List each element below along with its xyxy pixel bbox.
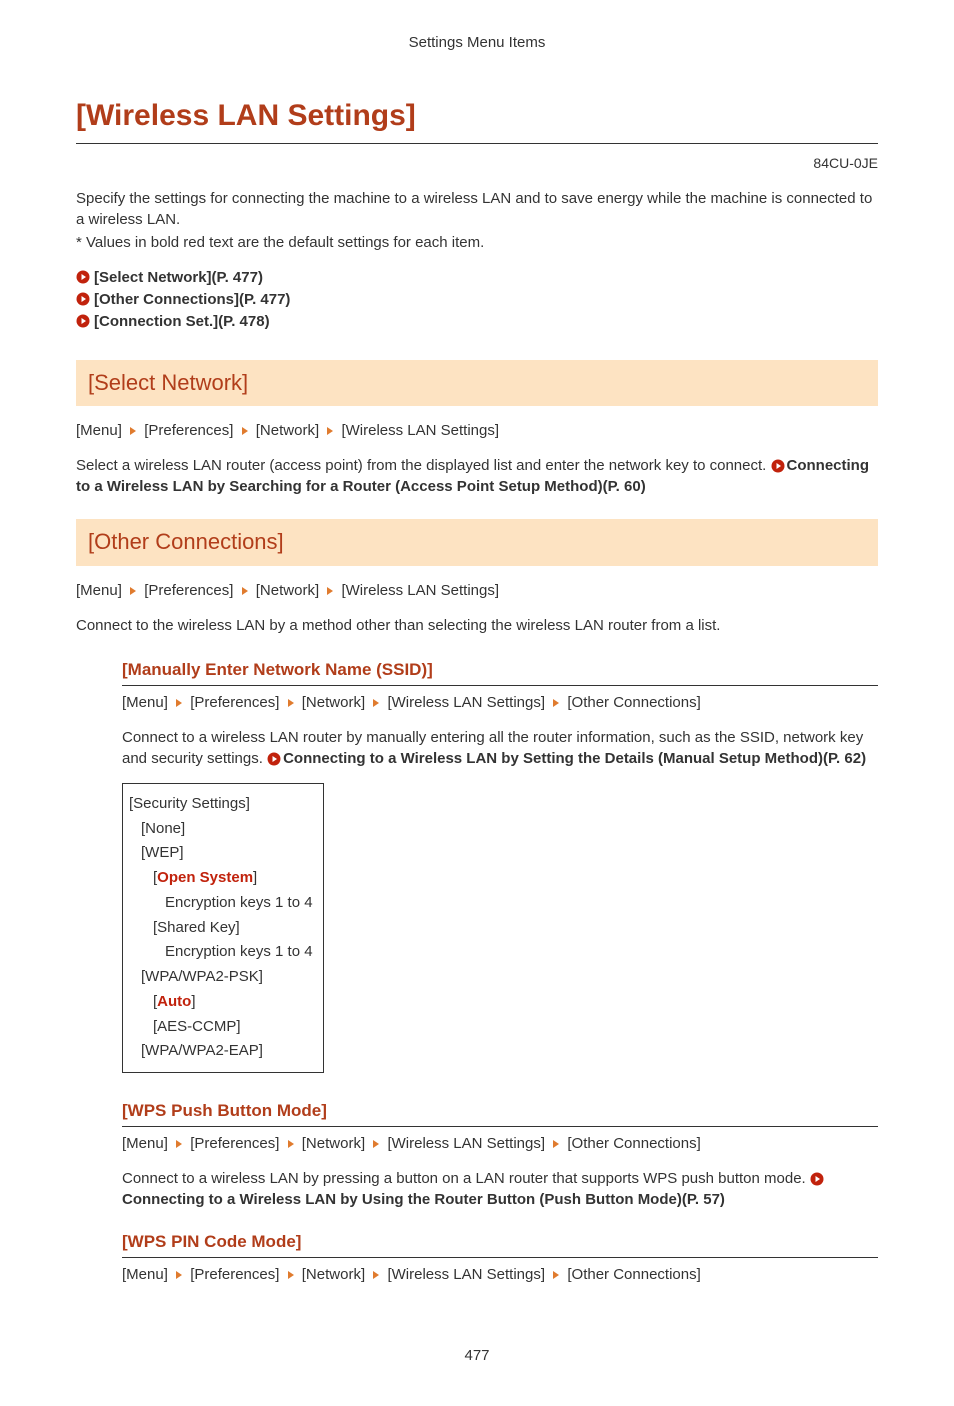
chevron-right-icon bbox=[286, 1270, 296, 1280]
breadcrumb: [Menu] [Preferences] [Network] [Wireless… bbox=[122, 1133, 878, 1154]
play-circle-icon bbox=[810, 1172, 824, 1186]
desc-text: Select a wireless LAN router (access poi… bbox=[76, 457, 771, 474]
toc-label: [Connection Set.](P. 478) bbox=[94, 311, 270, 332]
default-value: Open System bbox=[157, 869, 253, 886]
default-value: Auto bbox=[157, 993, 191, 1010]
toc-item-select-network[interactable]: [Select Network](P. 477) bbox=[76, 267, 878, 288]
document-code: 84CU-0JE bbox=[76, 154, 878, 174]
chevron-right-icon bbox=[325, 586, 335, 596]
bc-item: [Network] bbox=[302, 1135, 365, 1152]
breadcrumb: [Menu] [Preferences] [Network] [Wireless… bbox=[122, 1264, 878, 1285]
chevron-right-icon bbox=[286, 1139, 296, 1149]
chevron-right-icon bbox=[371, 1139, 381, 1149]
bc-item: [Preferences] bbox=[190, 1266, 279, 1283]
desc-text: Connect to a wireless LAN by pressing a … bbox=[122, 1170, 810, 1187]
setting-row: Encryption keys 1 to 4 bbox=[129, 891, 313, 916]
bc-item: [Preferences] bbox=[144, 582, 233, 599]
bc-item: [Wireless LAN Settings] bbox=[387, 1135, 545, 1152]
bc-item: [Other Connections] bbox=[567, 1135, 700, 1152]
chevron-right-icon bbox=[174, 1139, 184, 1149]
page-number: 477 bbox=[76, 1345, 878, 1366]
chevron-right-icon bbox=[551, 698, 561, 708]
subsection-manual-ssid: [Manually Enter Network Name (SSID)] [Me… bbox=[122, 658, 878, 1079]
bc-item: [Network] bbox=[256, 422, 319, 439]
chevron-right-icon bbox=[551, 1270, 561, 1280]
section-other-connections-title: [Other Connections] bbox=[76, 519, 878, 566]
chevron-right-icon bbox=[286, 698, 296, 708]
setting-row: [WPA/WPA2-PSK] bbox=[129, 965, 313, 990]
subsection-title: [WPS Push Button Mode] bbox=[122, 1099, 878, 1127]
toc-label: [Other Connections](P. 477) bbox=[94, 289, 290, 310]
bc-item: [Network] bbox=[302, 694, 365, 711]
bc-item: [Menu] bbox=[122, 1266, 168, 1283]
setting-row: [Shared Key] bbox=[129, 916, 313, 941]
subsection-title: [WPS PIN Code Mode] bbox=[122, 1230, 878, 1258]
breadcrumb: [Menu] [Preferences] [Network] [Wireless… bbox=[76, 580, 878, 601]
setting-row: [None] bbox=[129, 817, 313, 842]
bc-item: [Wireless LAN Settings] bbox=[387, 1266, 545, 1283]
section-description: Select a wireless LAN router (access poi… bbox=[76, 455, 878, 497]
security-settings-box: [Security Settings] [None] [WEP] [Open S… bbox=[122, 783, 324, 1073]
toc-item-other-connections[interactable]: [Other Connections](P. 477) bbox=[76, 289, 878, 310]
play-circle-icon bbox=[76, 314, 90, 328]
chevron-right-icon bbox=[240, 586, 250, 596]
breadcrumb: [Menu] [Preferences] [Network] [Wireless… bbox=[76, 420, 878, 441]
bc-item: [Menu] bbox=[122, 694, 168, 711]
toc-label: [Select Network](P. 477) bbox=[94, 267, 263, 288]
intro-paragraph-1: Specify the settings for connecting the … bbox=[76, 188, 878, 230]
bc-item: [Preferences] bbox=[190, 1135, 279, 1152]
setting-row: [WPA/WPA2-EAP] bbox=[129, 1039, 313, 1064]
play-circle-icon bbox=[267, 752, 281, 766]
bc-item: [Wireless LAN Settings] bbox=[341, 582, 499, 599]
setting-row: [Security Settings] bbox=[129, 792, 313, 817]
header-breadcrumb: Settings Menu Items bbox=[76, 0, 878, 95]
page-title: [Wireless LAN Settings] bbox=[76, 95, 878, 144]
bc-item: [Network] bbox=[256, 582, 319, 599]
intro-paragraph-2: * Values in bold red text are the defaul… bbox=[76, 232, 878, 253]
bc-item: [Menu] bbox=[76, 422, 122, 439]
bc-item: [Preferences] bbox=[144, 422, 233, 439]
subsection-wps-push-button: [WPS Push Button Mode] [Menu] [Preferenc… bbox=[122, 1099, 878, 1210]
setting-row: Encryption keys 1 to 4 bbox=[129, 940, 313, 965]
bc-item: [Wireless LAN Settings] bbox=[341, 422, 499, 439]
chevron-right-icon bbox=[551, 1139, 561, 1149]
chevron-right-icon bbox=[174, 1270, 184, 1280]
bc-item: [Other Connections] bbox=[567, 1266, 700, 1283]
chevron-right-icon bbox=[174, 698, 184, 708]
subsection-wps-pin-code: [WPS PIN Code Mode] [Menu] [Preferences]… bbox=[122, 1230, 878, 1285]
subsection-title: [Manually Enter Network Name (SSID)] bbox=[122, 658, 878, 686]
section-description: Connect to the wireless LAN by a method … bbox=[76, 615, 878, 636]
chevron-right-icon bbox=[371, 698, 381, 708]
subsection-description: Connect to a wireless LAN by pressing a … bbox=[122, 1168, 878, 1210]
toc-item-connection-set[interactable]: [Connection Set.](P. 478) bbox=[76, 311, 878, 332]
bc-item: [Wireless LAN Settings] bbox=[387, 694, 545, 711]
cross-ref-link[interactable]: Connecting to a Wireless LAN by Setting … bbox=[283, 750, 866, 767]
section-select-network-title: [Select Network] bbox=[76, 360, 878, 407]
bc-item: [Other Connections] bbox=[567, 694, 700, 711]
cross-ref-link[interactable]: Connecting to a Wireless LAN by Using th… bbox=[122, 1191, 725, 1208]
bc-item: [Network] bbox=[302, 1266, 365, 1283]
chevron-right-icon bbox=[128, 586, 138, 596]
chevron-right-icon bbox=[240, 426, 250, 436]
subsection-description: Connect to a wireless LAN router by manu… bbox=[122, 727, 878, 769]
setting-row: [WEP] bbox=[129, 841, 313, 866]
play-circle-icon bbox=[76, 270, 90, 284]
bc-item: [Menu] bbox=[122, 1135, 168, 1152]
setting-row: [Auto] bbox=[129, 990, 313, 1015]
toc-list: [Select Network](P. 477) [Other Connecti… bbox=[76, 267, 878, 332]
setting-row: [Open System] bbox=[129, 866, 313, 891]
chevron-right-icon bbox=[128, 426, 138, 436]
bc-item: [Preferences] bbox=[190, 694, 279, 711]
breadcrumb: [Menu] [Preferences] [Network] [Wireless… bbox=[122, 692, 878, 713]
play-circle-icon bbox=[771, 459, 785, 473]
setting-row: [AES-CCMP] bbox=[129, 1015, 313, 1040]
chevron-right-icon bbox=[325, 426, 335, 436]
play-circle-icon bbox=[76, 292, 90, 306]
chevron-right-icon bbox=[371, 1270, 381, 1280]
bc-item: [Menu] bbox=[76, 582, 122, 599]
